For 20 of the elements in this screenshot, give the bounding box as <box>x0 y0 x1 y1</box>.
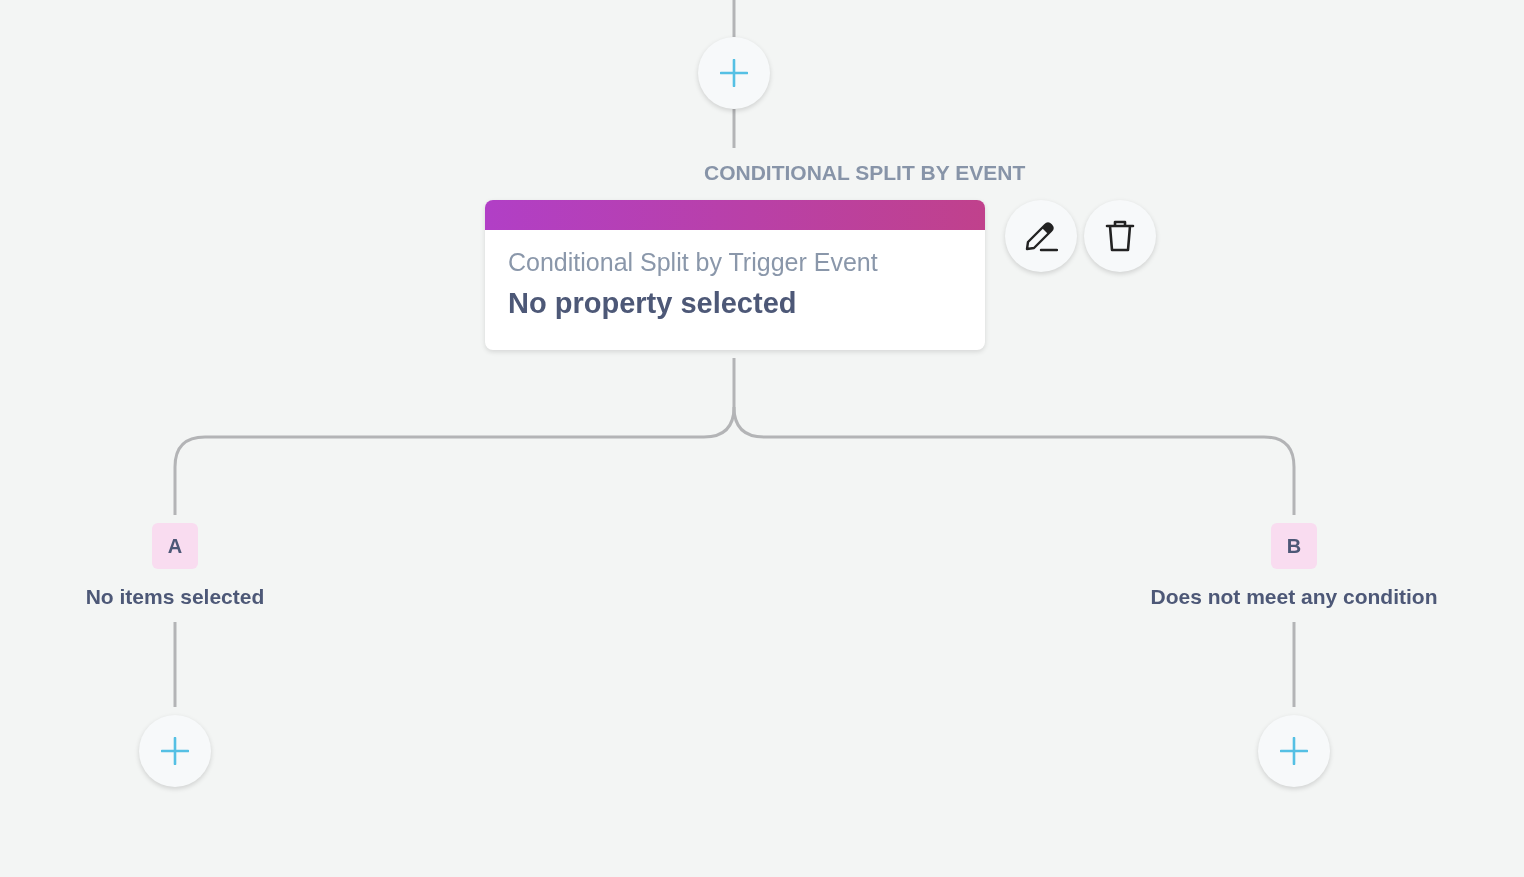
branch-label: No items selected <box>85 585 265 608</box>
pencil-icon <box>1024 220 1058 252</box>
add-step-button[interactable] <box>139 715 211 787</box>
card-title: Conditional Split by Trigger Event <box>508 248 879 277</box>
delete-button[interactable] <box>1084 200 1156 272</box>
branch-badge: B <box>1271 523 1317 569</box>
split-card[interactable]: Conditional Split by Trigger Event No property selected <box>485 200 985 350</box>
connector-line <box>732 0 736 37</box>
plus-icon <box>1280 737 1308 765</box>
branch-label: Does not meet any condition <box>1150 585 1438 608</box>
plus-icon <box>720 59 748 87</box>
trash-icon <box>1105 219 1135 253</box>
add-step-button[interactable] <box>698 37 770 109</box>
card-subtitle: No property selected <box>508 287 798 320</box>
edit-button[interactable] <box>1005 200 1077 272</box>
plus-icon <box>161 737 189 765</box>
step-label: CONDITIONAL SPLIT BY EVENT <box>704 161 1026 185</box>
connector-line <box>732 109 736 148</box>
branch-badge: A <box>152 523 198 569</box>
add-step-button[interactable] <box>1258 715 1330 787</box>
